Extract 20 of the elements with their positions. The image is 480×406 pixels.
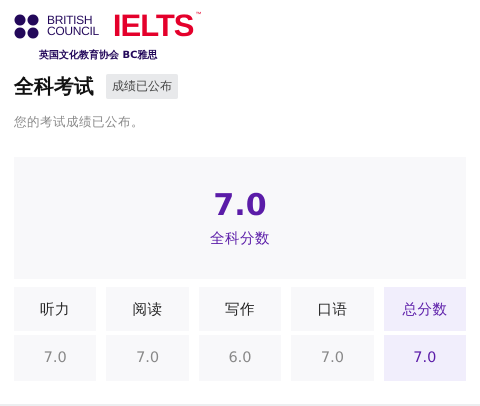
product-logo: IELTS	[112, 12, 194, 40]
overall-score: 7.0	[213, 188, 267, 223]
score-label: 阅读	[132, 300, 163, 318]
score-value: 7.0	[413, 350, 436, 366]
page-title: 全科考试	[14, 73, 94, 100]
score-value: 7.0	[44, 350, 67, 366]
status-badge: 成绩已公布	[106, 74, 178, 99]
score-label: 口语	[317, 300, 348, 318]
description: 您的考试成绩已公布。	[14, 114, 145, 131]
logo-dots-icon	[14, 14, 39, 38]
score-label: 听力	[40, 300, 70, 318]
brand-name: COUNCIL	[47, 26, 99, 37]
score-label: 写作	[224, 300, 255, 318]
score-label: 总分数	[402, 300, 448, 318]
score-value: 6.0	[228, 350, 252, 366]
logo-subtitle: 英国文化教育协会 BC雅思	[39, 48, 158, 62]
score-value: 7.0	[136, 350, 160, 366]
overall-score-label: 全科分数	[210, 230, 270, 248]
brand-name: BRITISH	[47, 15, 92, 26]
score-value: 7.0	[320, 350, 344, 366]
